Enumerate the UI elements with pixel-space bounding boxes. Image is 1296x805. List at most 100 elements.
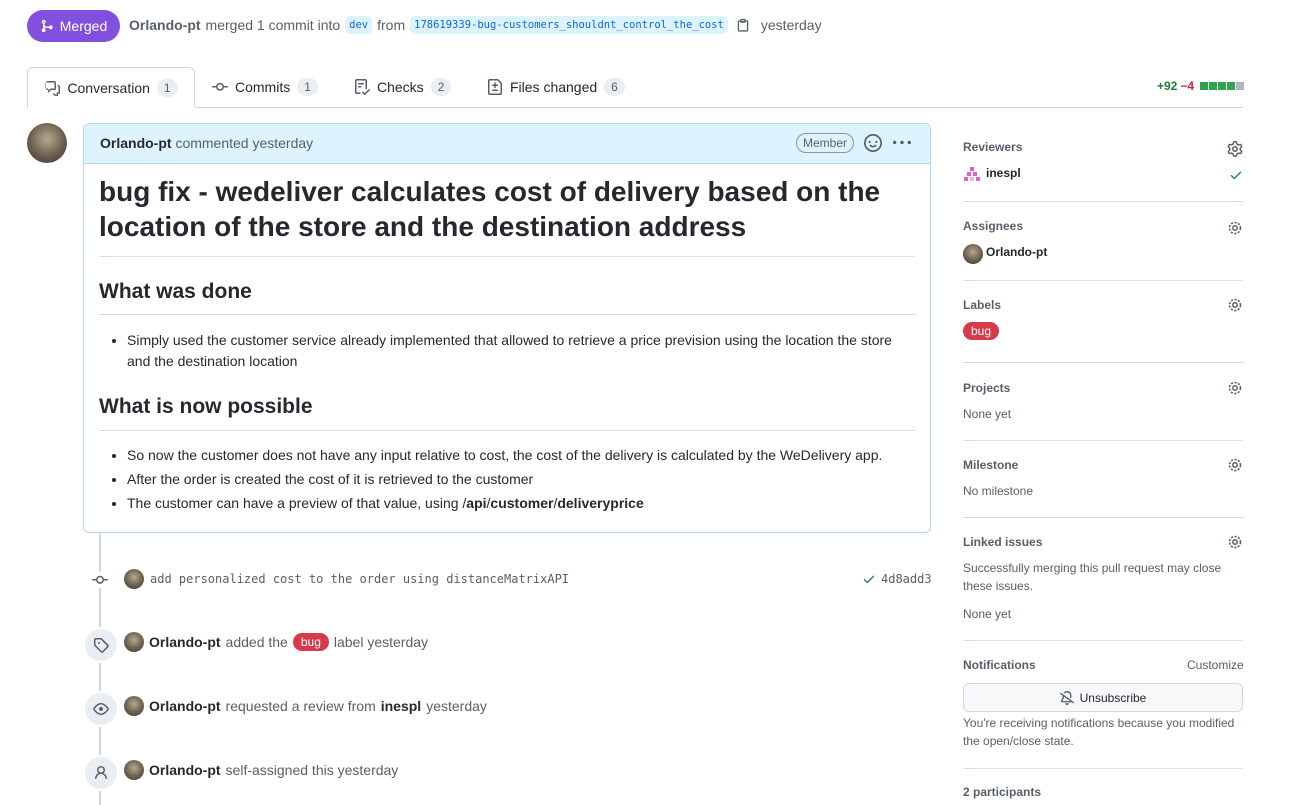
assignee-name-link[interactable]: Orlando-pt xyxy=(986,245,1047,259)
api-path-api: api xyxy=(466,495,487,511)
kebab-menu-icon[interactable] xyxy=(893,134,911,152)
head-branch-link[interactable]: 178619339-bug-customers_shouldnt_control… xyxy=(410,16,728,34)
divider xyxy=(963,768,1243,769)
tab-conversation[interactable]: Conversation 1 xyxy=(27,67,195,108)
commit-status: 4d8add3 xyxy=(862,569,932,589)
tab-files-changed-count: 6 xyxy=(604,78,625,96)
gear-icon[interactable] xyxy=(1227,380,1243,396)
labels-heading[interactable]: Labels xyxy=(963,298,1001,312)
merged-label: Merged xyxy=(59,18,108,34)
gear-icon[interactable] xyxy=(1227,141,1243,157)
list-item: Simply used the customer service already… xyxy=(127,330,907,372)
merge-action-text: merged 1 commit into xyxy=(205,17,341,33)
divider xyxy=(963,362,1243,363)
section-what-is-now-possible-heading: What is now possible xyxy=(99,395,313,418)
event-actor-link[interactable]: Orlando-pt xyxy=(149,634,221,650)
api-path-deliveryprice: deliveryprice xyxy=(557,495,644,511)
projects-heading[interactable]: Projects xyxy=(963,381,1010,395)
tab-checks-label: Checks xyxy=(377,79,424,95)
assignees-heading[interactable]: Assignees xyxy=(963,219,1023,233)
bug-label[interactable]: bug xyxy=(963,322,1000,340)
commit-sha-link[interactable]: 4d8add3 xyxy=(881,572,932,586)
diffstat-block xyxy=(1209,82,1218,90)
divider xyxy=(963,201,1243,202)
file-diff-icon xyxy=(488,79,502,95)
reviewer-name-link[interactable]: inespl xyxy=(986,166,1021,180)
section1-divider xyxy=(99,314,915,315)
comment-meta: commented yesterday xyxy=(175,135,314,151)
identicon[interactable] xyxy=(963,166,981,184)
api-path-customer: customer xyxy=(490,495,554,511)
list-item: After the order is created the cost of i… xyxy=(127,469,907,490)
tab-checks[interactable]: Checks 2 xyxy=(354,67,452,107)
event-actor-link[interactable]: Orlando-pt xyxy=(149,762,221,778)
diffstat-additions: +92 xyxy=(1157,79,1178,93)
tab-conversation-count: 1 xyxy=(156,78,178,97)
diffstat-block xyxy=(1227,82,1236,90)
comment-author-avatar[interactable] xyxy=(27,123,67,163)
tab-commits[interactable]: Commits 1 xyxy=(212,67,318,107)
unsubscribe-button[interactable]: Unsubscribe xyxy=(963,683,1243,712)
list-item-text: The customer can have a preview of that … xyxy=(127,495,463,511)
merge-author-link[interactable]: Orlando-pt xyxy=(129,17,201,33)
avatar[interactable] xyxy=(124,760,144,780)
tab-files-changed[interactable]: Files changed 6 xyxy=(487,67,625,107)
comment-byline: Orlando-pt commented yesterday xyxy=(100,135,313,151)
check-icon[interactable] xyxy=(862,572,876,586)
avatar[interactable] xyxy=(124,632,144,652)
checklist-icon xyxy=(355,79,370,95)
merge-summary: Orlando-pt merged 1 commit into dev from… xyxy=(129,15,822,35)
unsubscribe-label: Unsubscribe xyxy=(1079,690,1147,705)
avatar[interactable] xyxy=(124,569,144,589)
pr-description-comment: Orlando-pt commented yesterday Member bu… xyxy=(83,123,931,533)
linked-issues-description: Successfully merging this pull request m… xyxy=(963,561,1222,593)
commit-message-link[interactable]: add personalized cost to the order using… xyxy=(150,572,569,586)
event-text: added the xyxy=(225,634,288,650)
event-text: requested a review from xyxy=(225,698,376,714)
section2-list: So now the customer does not have any in… xyxy=(111,445,907,517)
event-text: self-assigned this yesterday xyxy=(225,762,399,778)
bug-label[interactable]: bug xyxy=(292,633,329,651)
reviewers-heading[interactable]: Reviewers xyxy=(963,140,1022,154)
section2-divider xyxy=(99,430,915,431)
comment-header: Orlando-pt commented yesterday Member xyxy=(84,124,930,164)
participants-heading: 2 participants xyxy=(963,785,1042,799)
copy-icon[interactable] xyxy=(736,18,750,32)
projects-value: None yet xyxy=(963,407,1012,421)
tag-icon xyxy=(94,638,109,653)
linked-issues-heading[interactable]: Linked issues xyxy=(963,535,1042,549)
assignee-avatar[interactable] xyxy=(963,244,983,264)
customize-link[interactable]: Customize xyxy=(1187,656,1244,674)
list-item: The customer can have a preview of that … xyxy=(127,493,907,514)
title-divider xyxy=(99,256,915,257)
commit-row: add personalized cost to the order using… xyxy=(124,569,569,589)
eye-icon xyxy=(93,703,109,715)
person-badge xyxy=(83,755,119,791)
pr-tabs: Conversation 1 Commits 1 Checks 2 Files … xyxy=(27,67,1243,108)
gear-icon[interactable] xyxy=(1227,220,1243,236)
milestone-heading[interactable]: Milestone xyxy=(963,458,1018,472)
diffstat: +92 −4 xyxy=(1157,79,1245,93)
list-item: So now the customer does not have any in… xyxy=(127,445,907,466)
smiley-icon[interactable] xyxy=(864,134,882,152)
gear-icon[interactable] xyxy=(1227,457,1243,473)
section-what-was-done-heading: What was done xyxy=(99,280,252,303)
tab-commits-count: 1 xyxy=(297,78,318,96)
notification-reason: You're receiving notifications because y… xyxy=(963,716,1235,748)
gear-icon[interactable] xyxy=(1227,297,1243,313)
tab-commits-label: Commits xyxy=(235,79,291,95)
section1-list: Simply used the customer service already… xyxy=(111,330,907,375)
merged-state-badge: Merged xyxy=(27,10,120,42)
notifications-heading: Notifications xyxy=(963,658,1036,672)
comment-author-link[interactable]: Orlando-pt xyxy=(100,135,172,151)
linked-issues-value: None yet xyxy=(963,607,1012,621)
check-icon xyxy=(1230,171,1242,180)
tab-checks-count: 2 xyxy=(430,78,452,96)
eye-badge xyxy=(83,691,119,727)
avatar[interactable] xyxy=(124,696,144,716)
diffstat-blocks xyxy=(1199,82,1245,90)
event-actor-link[interactable]: Orlando-pt xyxy=(149,698,221,714)
gear-icon[interactable] xyxy=(1227,534,1243,550)
reviewer-link[interactable]: inespl xyxy=(381,698,421,714)
base-branch-link[interactable]: dev xyxy=(345,16,373,34)
